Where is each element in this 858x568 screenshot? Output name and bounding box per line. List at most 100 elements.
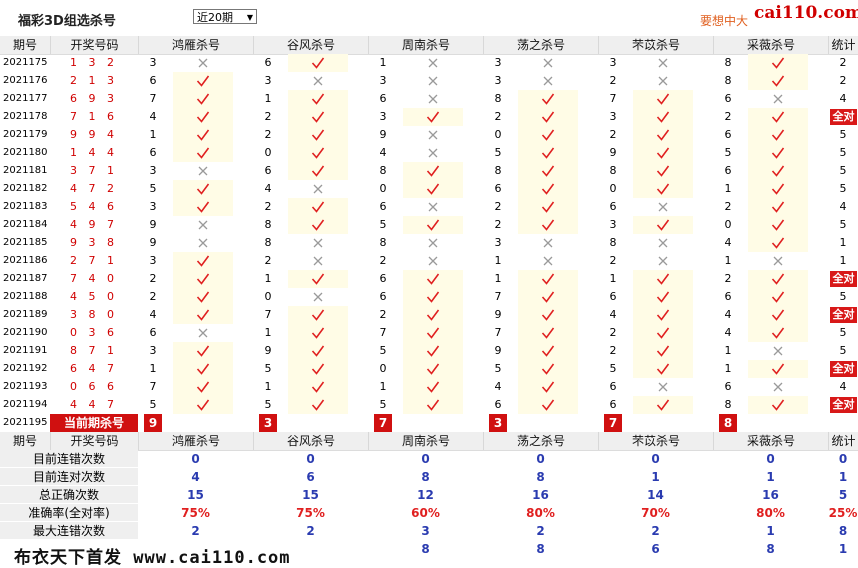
kill-result (518, 216, 578, 234)
kill-number: 1 (264, 326, 272, 339)
kill-result (748, 108, 808, 126)
kill-number: 5 (379, 218, 387, 231)
row-draw-number: 1 3 2 (70, 56, 118, 69)
check-icon (541, 291, 555, 303)
check-icon (426, 165, 440, 177)
kill-number: 8 (379, 236, 387, 249)
kill-number: 9 (494, 308, 502, 321)
table-header: 期号 开奖号码 鸿雁杀号 谷风杀号 周南杀号 荡之杀号 芣苡杀号 采薇杀号 统计 (0, 432, 858, 451)
table-row: 2021190 0 3 6 6 1 7 7 2 4 5 (0, 324, 858, 342)
row-draw-number: 1 4 4 (70, 146, 118, 159)
check-icon (656, 273, 670, 285)
all-correct-badge: 全对 (830, 307, 857, 323)
kill-result (748, 162, 808, 180)
period-select[interactable]: 近20期 ▼ (193, 9, 257, 24)
stat-value: 0 (536, 452, 545, 466)
kill-result (403, 144, 463, 162)
kill-number: 9 (264, 344, 272, 357)
stat-value: 1 (766, 470, 775, 484)
check-icon (541, 165, 555, 177)
row-period: 2021188 (3, 291, 48, 302)
header-expert: 周南杀号 (368, 36, 483, 54)
kill-number: 6 (724, 92, 732, 105)
kill-result (748, 252, 808, 270)
kill-result (288, 360, 348, 378)
header-period: 期号 (12, 434, 37, 448)
row-period: 2021194 (3, 399, 48, 410)
row-period: 2021181 (3, 165, 48, 176)
kill-result (288, 198, 348, 216)
cross-icon (658, 58, 668, 68)
row-draw-number: 9 3 8 (70, 236, 118, 249)
check-icon (771, 219, 785, 231)
kill-result (518, 72, 578, 90)
kill-result (633, 288, 693, 306)
kill-number: 6 (379, 92, 387, 105)
all-correct-badge: 全对 (830, 361, 857, 377)
kill-number: 6 (724, 290, 732, 303)
kill-result (633, 342, 693, 360)
kill-result (403, 216, 463, 234)
table-row: 2021188 4 5 0 2 0 6 7 6 6 5 (0, 288, 858, 306)
kill-number: 3 (149, 200, 157, 213)
check-icon (311, 273, 325, 285)
check-icon (311, 129, 325, 141)
kill-result (633, 162, 693, 180)
stat-row: 最大连错次数 2 2 3 2 2 1 8 (0, 522, 858, 540)
kill-result (403, 378, 463, 396)
kill-result (173, 180, 233, 198)
kill-result (633, 270, 693, 288)
row-period: 2021178 (3, 111, 48, 122)
row-tally: 5 (839, 182, 847, 195)
stat-row: 总正确次数 15 15 12 16 14 16 5 (0, 486, 858, 504)
kill-number: 2 (724, 200, 732, 213)
kill-number: 6 (379, 200, 387, 213)
kill-result (288, 162, 348, 180)
row-tally: 5 (839, 326, 847, 339)
kill-number: 5 (609, 362, 617, 375)
check-icon (196, 147, 210, 159)
kill-result (518, 90, 578, 108)
check-icon (771, 75, 785, 87)
row-tally: 2 (839, 74, 847, 87)
all-correct-badge: 全对 (830, 271, 857, 287)
check-icon (311, 111, 325, 123)
all-correct-badge: 全对 (830, 397, 857, 413)
kill-number: 5 (264, 398, 272, 411)
kill-result (403, 270, 463, 288)
table-row: 2021177 6 9 3 7 1 6 8 7 6 4 (0, 90, 858, 108)
kill-result (173, 342, 233, 360)
kill-result (518, 162, 578, 180)
kill-number: 3 (149, 56, 157, 69)
kill-result (288, 270, 348, 288)
kill-number: 3 (494, 56, 502, 69)
check-icon (426, 381, 440, 393)
row-period: 2021193 (3, 381, 48, 392)
kill-result (748, 72, 808, 90)
stat-value: 1 (651, 470, 660, 484)
cross-icon (198, 238, 208, 248)
stat-value: 4 (191, 470, 200, 484)
kill-number: 1 (379, 380, 387, 393)
row-tally: 5 (839, 290, 847, 303)
check-icon (426, 309, 440, 321)
current-kill-number: 9 (144, 414, 162, 432)
kill-result (518, 378, 578, 396)
kill-number: 8 (609, 236, 617, 249)
table-row: 2021185 9 3 8 9 8 8 3 8 4 1 (0, 234, 858, 252)
row-tally: 4 (839, 200, 847, 213)
kill-result (518, 108, 578, 126)
header-period: 期号 (12, 38, 37, 52)
promo-link[interactable]: 要想中大 (700, 12, 748, 29)
check-icon (196, 345, 210, 357)
kill-result (403, 306, 463, 324)
kill-result (748, 144, 808, 162)
check-icon (311, 57, 325, 69)
row-draw-number: 2 7 1 (70, 254, 118, 267)
check-icon (541, 309, 555, 321)
row-draw-number: 4 7 2 (70, 182, 118, 195)
row-tally: 5 (839, 146, 847, 159)
kill-result (633, 252, 693, 270)
cross-icon (198, 328, 208, 338)
check-icon (771, 111, 785, 123)
